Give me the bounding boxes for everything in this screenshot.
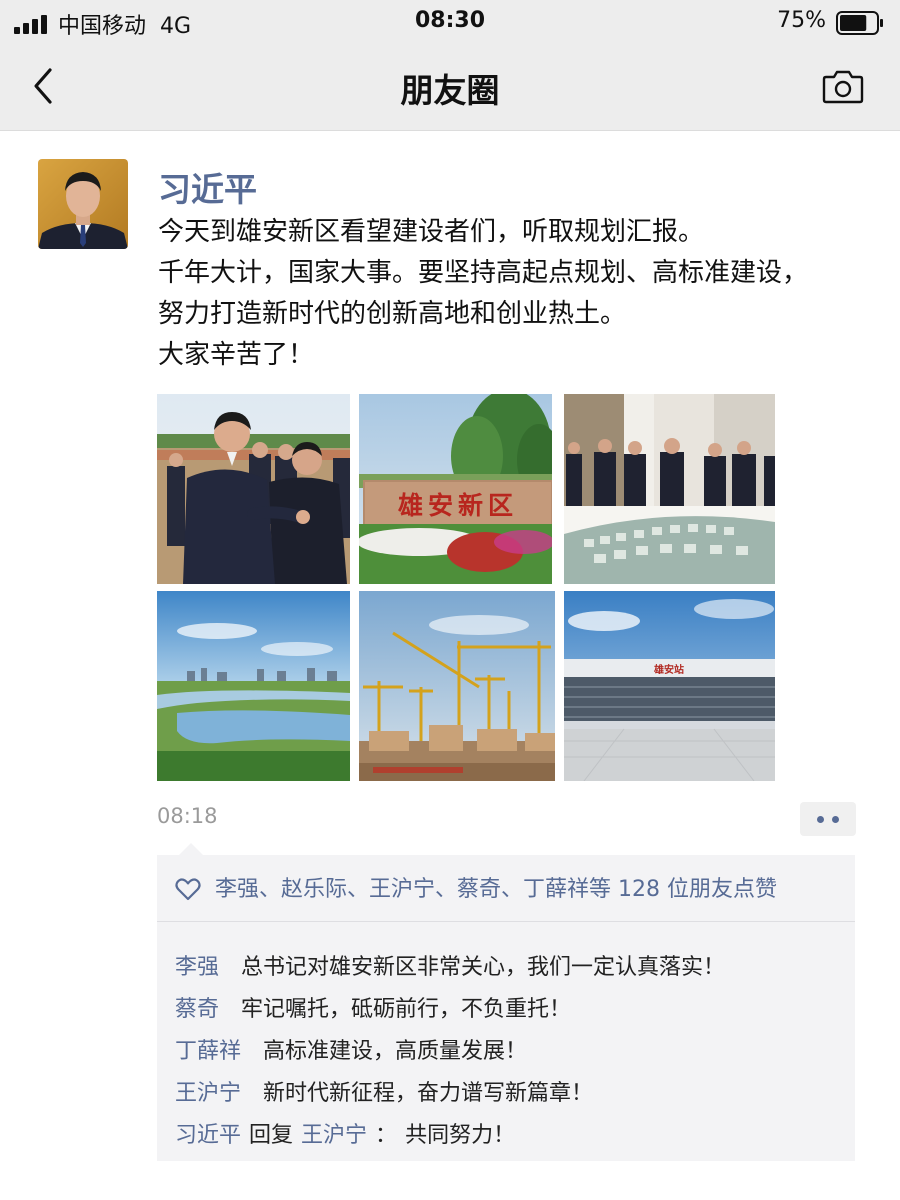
photo-xiongan-station[interactable]: 雄安站	[564, 591, 775, 781]
post-text-line: 努力打造新时代的创新高地和创业热土。	[158, 299, 627, 329]
post-text-line: 大家辛苦了！	[158, 340, 315, 370]
comment-author[interactable]: 丁薛祥	[175, 1039, 241, 1064]
battery-percent: 75%	[777, 8, 826, 33]
comment-text: 新时代新征程，奋力谱写新篇章！	[263, 1081, 594, 1106]
status-bar: 中国移动 4G 08:30 75%	[0, 8, 900, 39]
photo-sign-text: 雄安新区	[397, 491, 518, 520]
likes-row[interactable]: 李强、赵乐际、王沪宁、蔡奇、丁薛祥等 128 位朋友点赞	[175, 871, 855, 903]
heart-icon	[175, 878, 201, 901]
reply-author[interactable]: 习近平	[175, 1123, 241, 1148]
reply-text: 共同努力！	[405, 1123, 516, 1148]
reply-item[interactable]: 习近平 回复 王沪宁 ： 共同努力！	[175, 1115, 845, 1157]
comment-item[interactable]: 王沪宁 新时代新征程，奋力谱写新篇章！	[175, 1073, 845, 1115]
interaction-panel: 李强、赵乐际、王沪宁、蔡奇、丁薛祥等 128 位朋友点赞 李强 总书记对雄安新区非…	[157, 843, 855, 1161]
status-time: 08:30	[414, 8, 486, 33]
divider	[157, 921, 855, 922]
post-content: 今天到雄安新区看望建设者们，听取规划汇报。 千年大计，国家大事。要坚持高起点规划…	[158, 212, 858, 376]
photo-leader-visit[interactable]	[157, 394, 350, 584]
comment-item[interactable]: 李强 总书记对雄安新区非常关心，我们一定认真落实！	[175, 947, 845, 989]
dot-icon	[832, 816, 839, 823]
author-avatar[interactable]	[38, 159, 128, 249]
post-text-line: 千年大计，国家大事。要坚持高起点规划、高标准建设，	[158, 258, 809, 288]
post-time: 08:18	[157, 804, 218, 828]
photo-construction[interactable]	[359, 591, 555, 781]
post-author-name[interactable]: 习近平	[158, 163, 257, 211]
battery-icon	[836, 11, 883, 35]
comment-text: 牢记嘱托，砥砺前行，不负重托！	[241, 997, 572, 1022]
comment-author[interactable]: 李强	[175, 955, 219, 980]
comment-author[interactable]: 王沪宁	[175, 1081, 241, 1106]
page-title: 朋友圈	[400, 71, 500, 110]
comment-text: 总书记对雄安新区非常关心，我们一定认真落实！	[241, 955, 726, 980]
photo-grid: 雄安新区 雄安站	[157, 394, 775, 782]
comment-list: 李强 总书记对雄安新区非常关心，我们一定认真落实！ 蔡奇 牢记嘱托，砥砺前行，不负重…	[175, 947, 845, 1157]
post-text-line: 今天到雄安新区看望建设者们，听取规划汇报。	[158, 217, 705, 247]
photo-xiongan-sign[interactable]: 雄安新区	[359, 394, 552, 584]
reply-separator: ：	[375, 1123, 398, 1148]
photo-wetland[interactable]	[157, 591, 350, 781]
dot-icon	[817, 816, 824, 823]
reply-verb: 回复	[249, 1123, 294, 1148]
comment-text: 高标准建设，高质量发展！	[263, 1039, 528, 1064]
reply-target[interactable]: 王沪宁	[301, 1123, 367, 1148]
station-sign-text: 雄安站	[653, 663, 684, 676]
photo-planning-model[interactable]	[564, 394, 775, 584]
more-actions-button[interactable]	[800, 802, 856, 836]
camera-icon[interactable]	[822, 68, 864, 104]
likes-text[interactable]: 李强、赵乐际、王沪宁、蔡奇、丁薛祥等 128 位朋友点赞	[215, 877, 777, 902]
comment-item[interactable]: 蔡奇 牢记嘱托，砥砺前行，不负重托！	[175, 989, 845, 1031]
top-bar: 中国移动 4G 08:30 75% 朋友圈	[0, 0, 900, 131]
comment-author[interactable]: 蔡奇	[175, 997, 219, 1022]
comment-item[interactable]: 丁薛祥 高标准建设，高质量发展！	[175, 1031, 845, 1073]
